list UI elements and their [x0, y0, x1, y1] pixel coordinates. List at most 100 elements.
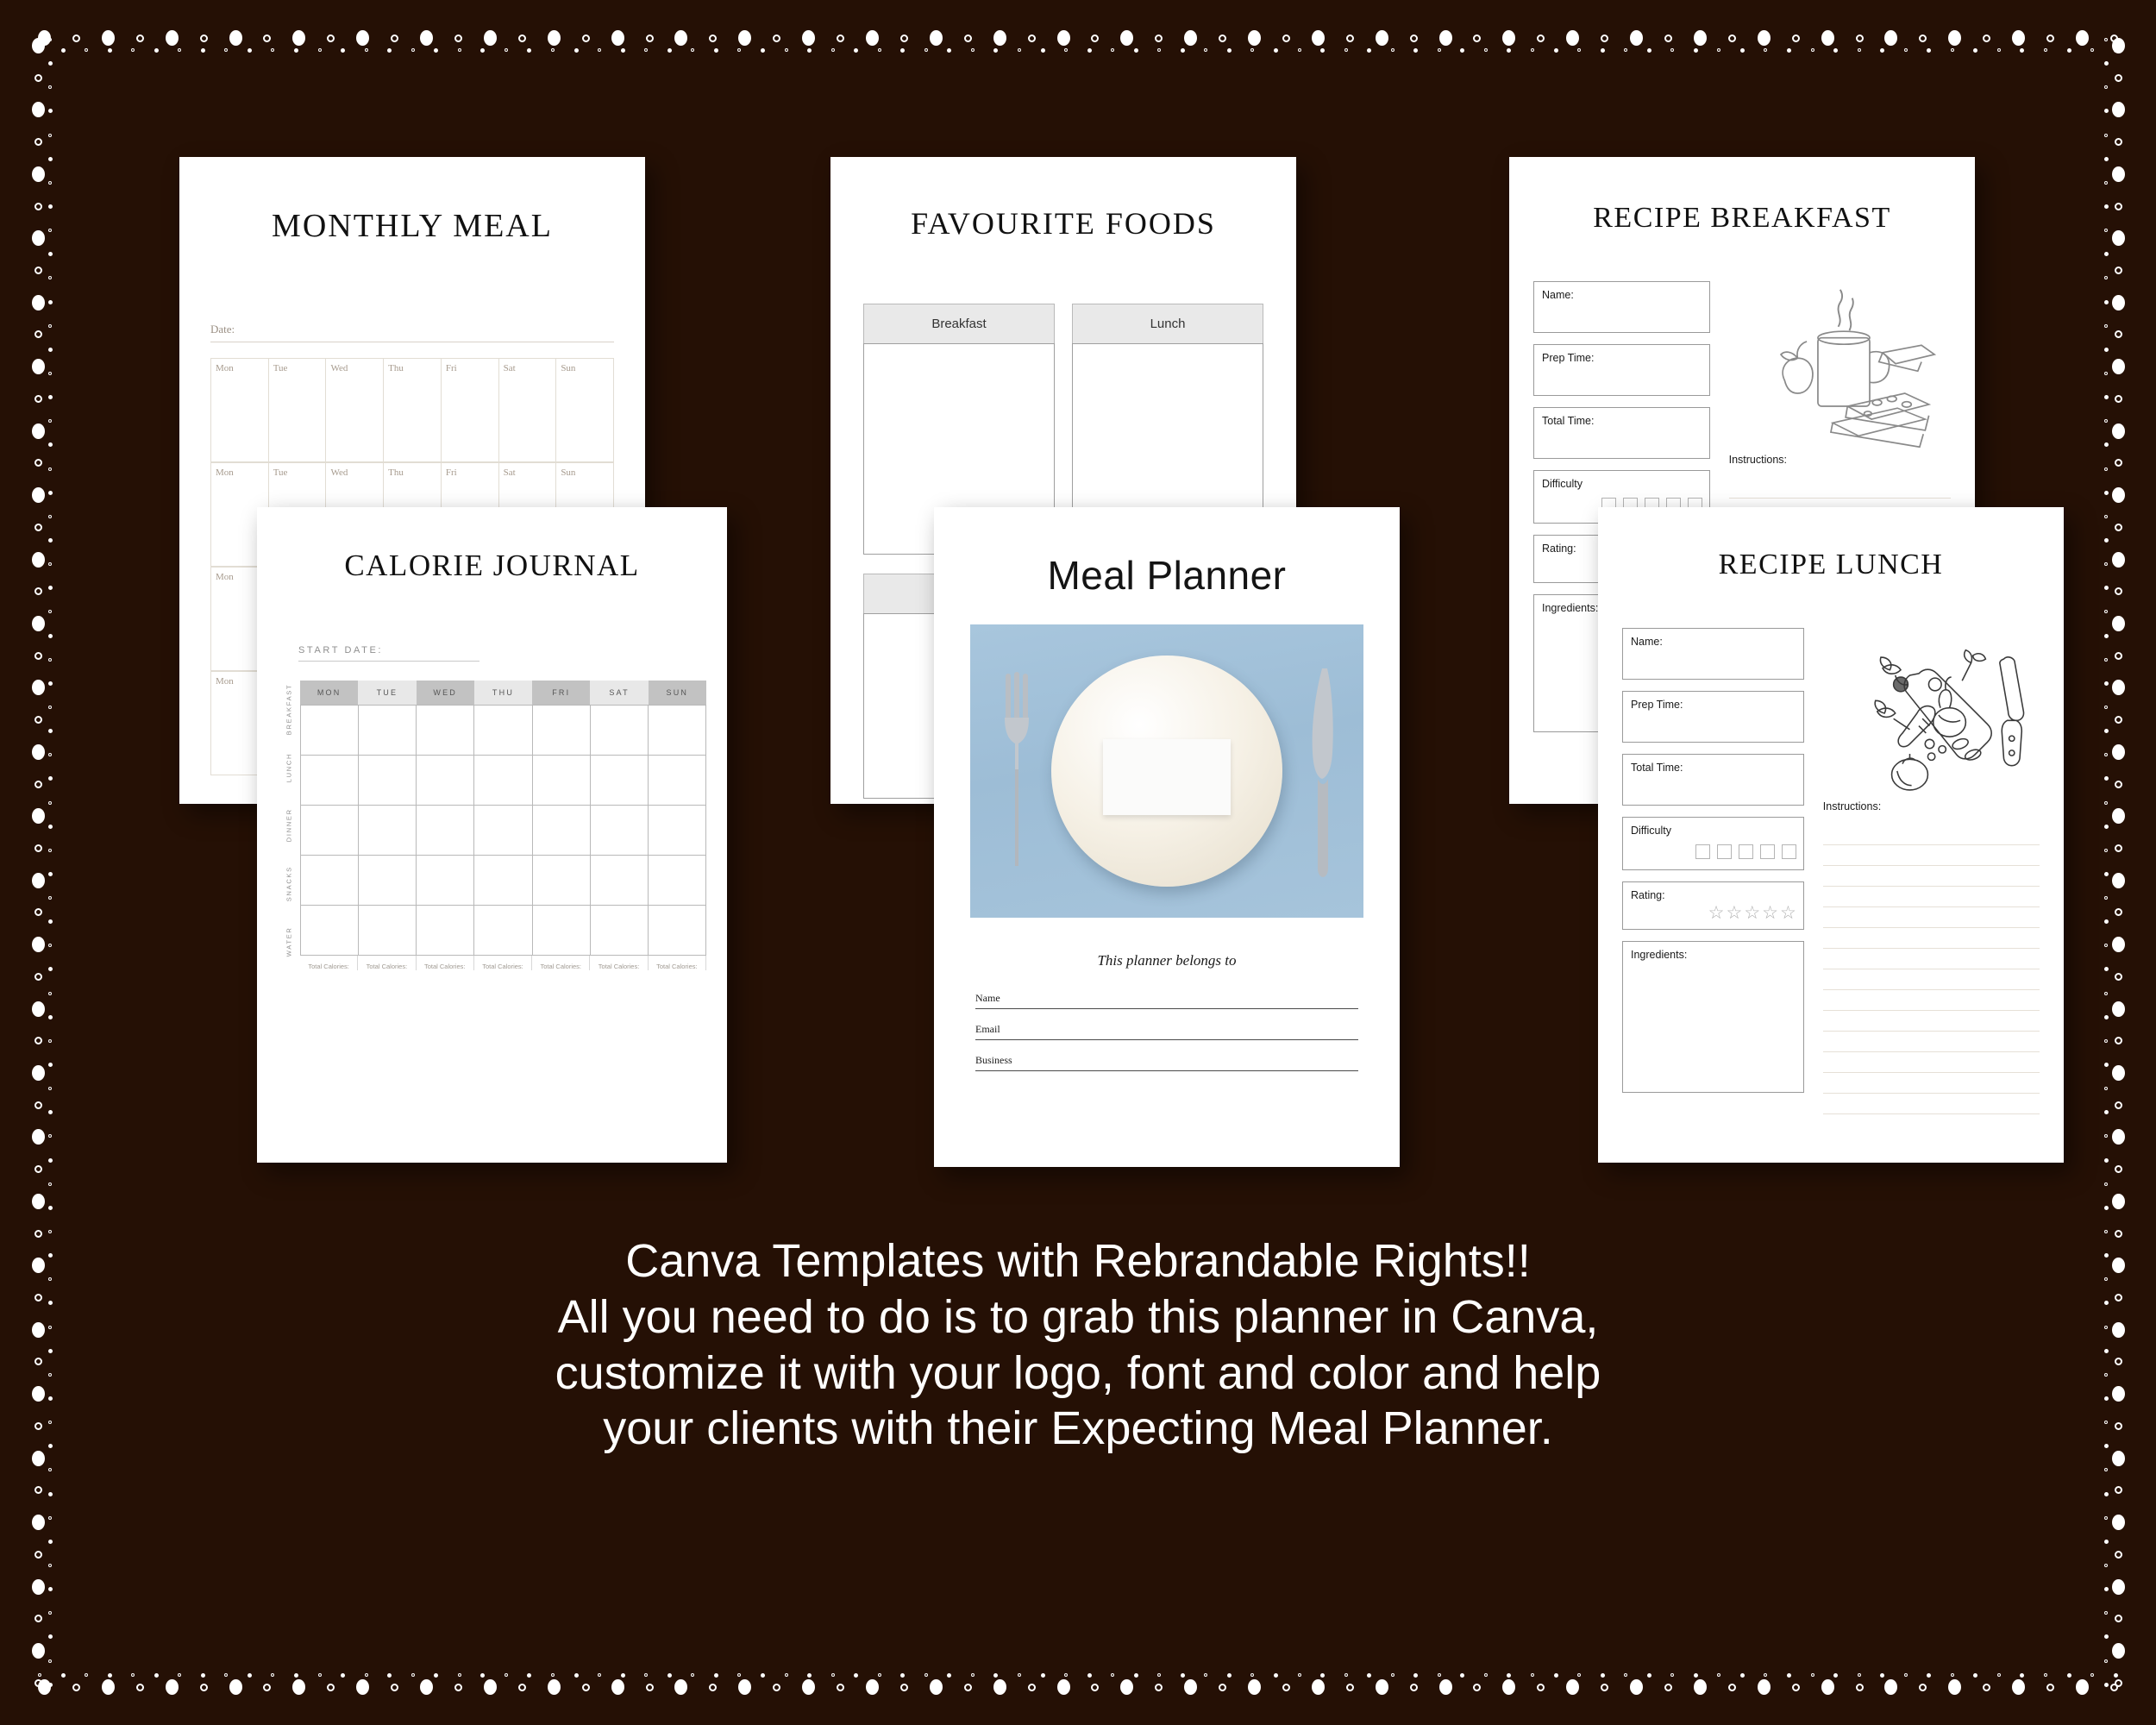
calorie-journal-row-labels: BREAKFAST LUNCH DINNER SNACKS WATER	[278, 681, 300, 970]
difficulty-checkbox[interactable]	[1781, 844, 1796, 859]
star-icon[interactable]: ☆	[1762, 904, 1778, 922]
instruction-line[interactable]	[1822, 845, 2040, 866]
calorie-table-cell[interactable]	[590, 706, 649, 756]
instruction-line[interactable]	[1822, 1032, 2040, 1052]
calorie-table-cell[interactable]	[648, 856, 706, 906]
recipe-total-time-field[interactable]: Total Time:	[1622, 754, 1804, 806]
calendar-day-cell[interactable]: Fri	[441, 359, 499, 462]
calorie-table-cell[interactable]	[590, 856, 649, 906]
calorie-table-cell[interactable]	[648, 706, 706, 756]
rating-star-group[interactable]: ☆ ☆ ☆ ☆ ☆	[1708, 904, 1796, 922]
difficulty-checkbox[interactable]	[1716, 844, 1732, 859]
instruction-line[interactable]	[1822, 887, 2040, 907]
instruction-line[interactable]	[1822, 1052, 2040, 1073]
page-meal-planner-cover[interactable]: Meal Planner This planner belongs to Nam…	[934, 507, 1400, 1167]
calorie-table-cell[interactable]	[532, 706, 591, 756]
calorie-table-cell[interactable]	[417, 906, 475, 956]
calendar-day-cell[interactable]: Thu	[384, 359, 442, 462]
recipe-total-time-field[interactable]: Total Time:	[1533, 407, 1710, 459]
calorie-table-cell[interactable]	[301, 906, 360, 956]
recipe-name-label: Name:	[1631, 636, 1663, 648]
recipe-name-field[interactable]: Name:	[1622, 628, 1804, 680]
calorie-table-cell[interactable]	[532, 756, 591, 806]
calorie-table-cell[interactable]	[474, 706, 533, 756]
instruction-line[interactable]	[1822, 928, 2040, 949]
instruction-line[interactable]	[1822, 1073, 2040, 1094]
calorie-table-cell[interactable]	[474, 906, 533, 956]
calorie-table-cell[interactable]	[301, 856, 360, 906]
recipe-difficulty-field[interactable]: Difficulty	[1622, 817, 1804, 870]
calorie-table-cell[interactable]	[648, 906, 706, 956]
calorie-table-cell[interactable]	[359, 906, 417, 956]
calorie-table-cell[interactable]	[474, 756, 533, 806]
calorie-table-cell[interactable]	[590, 756, 649, 806]
recipe-ingredients-field[interactable]: Ingredients:	[1622, 941, 1804, 1093]
calorie-journal-table[interactable]: BREAKFAST LUNCH DINNER SNACKS WATER MON TUE WE…	[278, 681, 706, 970]
calorie-table-cell[interactable]	[359, 856, 417, 906]
recipe-prep-time-field[interactable]: Prep Time:	[1622, 691, 1804, 743]
owner-business-field[interactable]: Business	[975, 1054, 1358, 1071]
calorie-table-cell[interactable]	[590, 906, 649, 956]
star-icon[interactable]: ☆	[1726, 904, 1742, 922]
recipe-name-label: Name:	[1542, 289, 1574, 301]
owner-name-field[interactable]: Name	[975, 992, 1358, 1009]
difficulty-checkbox[interactable]	[1738, 844, 1753, 859]
calorie-journal-start-date-field[interactable]: START DATE:	[298, 645, 479, 662]
calorie-table-cell[interactable]	[359, 756, 417, 806]
promo-caption: Canva Templates with Rebrandable Rights!…	[0, 1233, 2156, 1457]
instruction-line[interactable]	[1728, 478, 1951, 499]
difficulty-checkbox[interactable]	[1695, 844, 1710, 859]
calendar-week-row[interactable]: MonTueWedThuFriSatSun	[211, 358, 615, 462]
calorie-table-cell[interactable]	[359, 806, 417, 856]
owner-email-field[interactable]: Email	[975, 1023, 1358, 1040]
calendar-day-cell[interactable]: Mon	[211, 359, 269, 462]
instruction-line[interactable]	[1822, 866, 2040, 887]
calorie-table-cell[interactable]	[301, 756, 360, 806]
recipe-instructions-lines[interactable]	[1822, 825, 2040, 1114]
recipe-name-field[interactable]: Name:	[1533, 281, 1710, 333]
star-icon[interactable]: ☆	[1780, 904, 1796, 922]
instruction-line[interactable]	[1822, 969, 2040, 990]
calorie-table-cell[interactable]	[417, 806, 475, 856]
recipe-prep-time-field[interactable]: Prep Time:	[1533, 344, 1710, 396]
calorie-table-cell[interactable]	[474, 856, 533, 906]
calorie-table-cell[interactable]	[417, 856, 475, 906]
instruction-line[interactable]	[1822, 1094, 2040, 1114]
star-icon[interactable]: ☆	[1708, 904, 1725, 922]
calorie-table-cell[interactable]	[532, 806, 591, 856]
calorie-table-cell[interactable]	[474, 806, 533, 856]
instruction-line[interactable]	[1822, 1011, 2040, 1032]
calorie-table-cell[interactable]	[648, 756, 706, 806]
calorie-table-row[interactable]	[301, 756, 706, 806]
calorie-table-cell[interactable]	[359, 706, 417, 756]
calorie-table-cell[interactable]	[417, 756, 475, 806]
star-icon[interactable]: ☆	[1744, 904, 1760, 922]
difficulty-checkbox-group[interactable]	[1695, 844, 1796, 859]
calorie-table-row[interactable]	[301, 906, 706, 956]
monthly-meal-date-field[interactable]: Date:	[210, 323, 614, 342]
instruction-line[interactable]	[1822, 949, 2040, 969]
calorie-table-cell[interactable]	[301, 806, 360, 856]
calorie-journal-grid[interactable]	[300, 705, 706, 956]
instruction-line[interactable]	[1822, 990, 2040, 1011]
calorie-table-cell[interactable]	[417, 706, 475, 756]
calorie-table-cell[interactable]	[532, 856, 591, 906]
calendar-day-cell[interactable]: Wed	[326, 359, 385, 462]
calendar-day-cell[interactable]: Sun	[556, 359, 615, 462]
recipe-rating-field[interactable]: Rating: ☆ ☆ ☆ ☆ ☆	[1622, 881, 1804, 930]
calorie-table-cell[interactable]	[590, 806, 649, 856]
calorie-table-cell[interactable]	[301, 706, 360, 756]
page-recipe-lunch[interactable]: RECIPE LUNCH Name: Prep Time: Total Time…	[1598, 507, 2064, 1163]
calorie-table-row[interactable]	[301, 856, 706, 906]
instruction-line[interactable]	[1822, 907, 2040, 928]
calendar-day-cell[interactable]: Sat	[498, 359, 557, 462]
page-calorie-journal[interactable]: CALORIE JOURNAL START DATE: BREAKFAST LUN…	[257, 507, 727, 1163]
recipe-total-time-label: Total Time:	[1631, 762, 1683, 774]
difficulty-checkbox[interactable]	[1759, 844, 1775, 859]
calorie-table-cell[interactable]	[648, 806, 706, 856]
calendar-day-cell[interactable]: Tue	[268, 359, 327, 462]
calorie-table-row[interactable]	[301, 806, 706, 856]
calorie-table-cell[interactable]	[532, 906, 591, 956]
instruction-line[interactable]	[1822, 825, 2040, 845]
calorie-table-row[interactable]	[301, 706, 706, 756]
